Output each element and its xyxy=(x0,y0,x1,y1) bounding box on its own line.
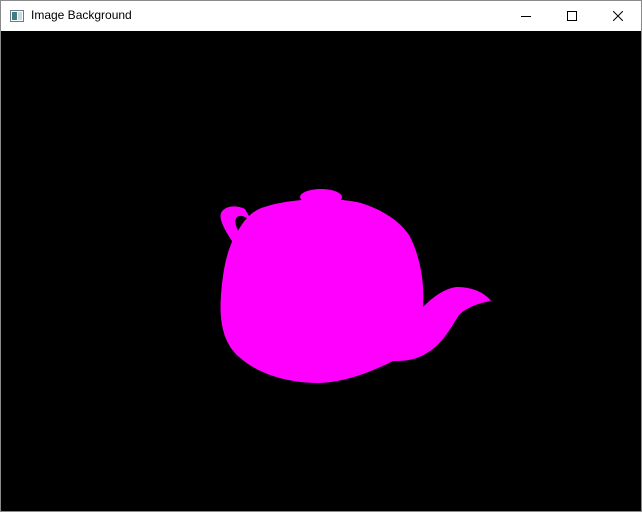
render-scene xyxy=(220,189,492,383)
teapot-body xyxy=(220,199,492,383)
minimize-button[interactable] xyxy=(503,1,549,31)
title-bar[interactable]: Image Background xyxy=(1,1,641,31)
render-viewport[interactable] xyxy=(1,31,641,511)
maximize-button[interactable] xyxy=(549,1,595,31)
window-title: Image Background xyxy=(31,8,132,22)
minimize-icon xyxy=(521,11,531,21)
teapot-shape xyxy=(220,189,492,383)
maximize-icon xyxy=(567,11,577,21)
close-icon xyxy=(613,11,623,21)
close-button[interactable] xyxy=(595,1,641,31)
window-app-icon[interactable] xyxy=(10,9,24,22)
app-window: Image Background xyxy=(0,0,642,512)
